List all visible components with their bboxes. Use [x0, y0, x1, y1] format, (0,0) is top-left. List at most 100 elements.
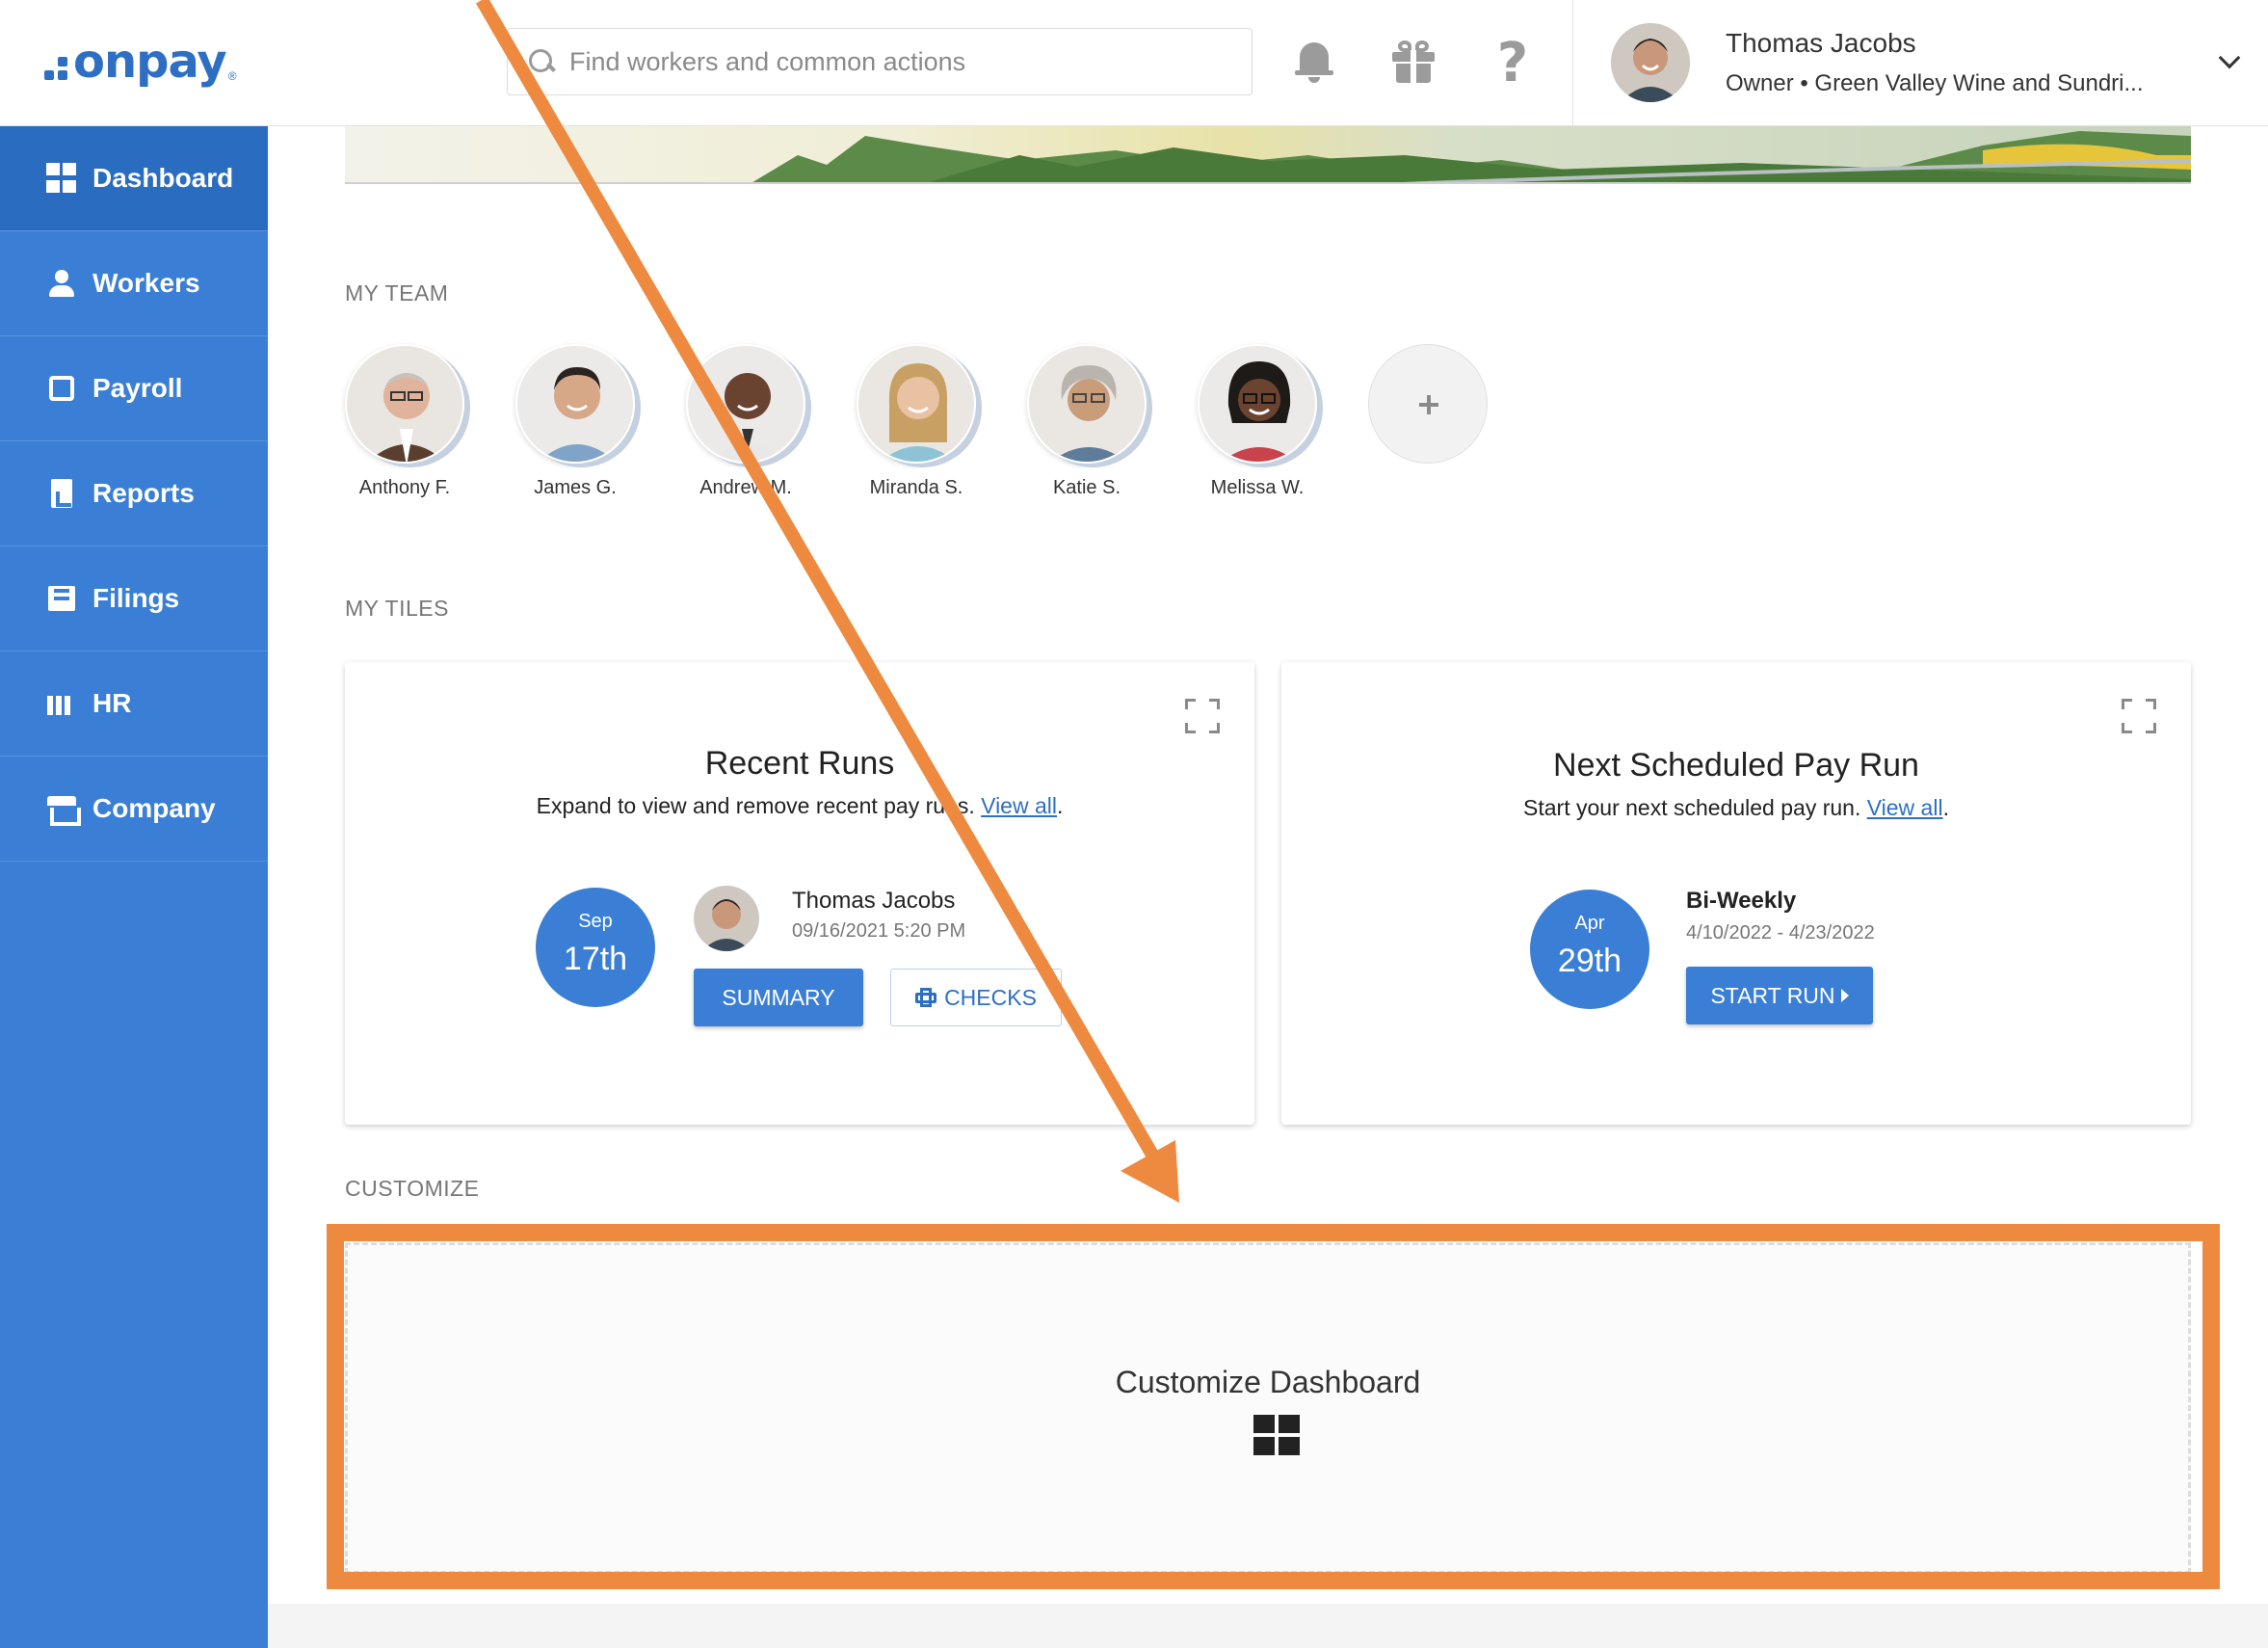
team-member-name: Miranda S.: [869, 477, 963, 498]
sidebar-item-workers[interactable]: Workers: [0, 231, 268, 336]
team-list: Anthony F. James G. Andrew M. Miranda S.…: [345, 344, 1539, 499]
logo-dots: [44, 57, 67, 80]
dashboard-main: MY TEAM Anthony F. James G. Andrew M. Mi…: [268, 126, 2268, 1648]
sidebar-item-dashboard[interactable]: Dashboard: [0, 126, 268, 231]
team-member-name: Melissa W.: [1210, 477, 1305, 498]
search-input[interactable]: [569, 46, 1225, 77]
subtitle-period: .: [1942, 795, 1949, 820]
sidebar-item-hr[interactable]: HR: [0, 651, 268, 757]
sidebar-item-label: Payroll: [92, 373, 183, 403]
top-bar: onpay ® ? Thomas Jacobs Owner • Green Va…: [0, 0, 2268, 126]
avatar: [694, 886, 759, 951]
sidebar-item-filings[interactable]: Filings: [0, 546, 268, 651]
chevron-down-icon[interactable]: [2218, 46, 2241, 69]
tile-subtitle: Expand to view and remove recent pay run…: [345, 793, 1254, 819]
customize-title: Customize Dashboard: [1115, 1365, 1421, 1399]
sidebar-item-label: Filings: [92, 583, 180, 613]
dashboard-grid-icon: [1253, 1415, 1300, 1455]
avatar[interactable]: [1027, 344, 1147, 464]
run-day: 17th: [563, 941, 628, 977]
team-member[interactable]: Andrew M.: [686, 344, 857, 499]
hr-icon: [46, 688, 77, 719]
filings-icon: [46, 583, 77, 614]
checks-button-label: CHECKS: [944, 984, 1037, 1010]
printer-icon: [915, 988, 937, 1007]
pay-period-range: 4/10/2022 - 4/23/2022: [1686, 922, 1875, 944]
start-run-label: START RUN: [1710, 982, 1835, 1008]
workers-icon: [46, 268, 77, 299]
sidebar-item-label: Workers: [92, 268, 200, 298]
user-avatar[interactable]: [1611, 23, 1690, 102]
help-button[interactable]: ?: [1489, 32, 1537, 94]
customize-heading: CUSTOMIZE: [345, 1176, 480, 1201]
tile-subtitle: Start your next scheduled pay run. View …: [1281, 795, 2191, 821]
avatar[interactable]: [857, 344, 976, 464]
expand-icon[interactable]: [2122, 699, 2156, 733]
run-month: Sep: [578, 911, 613, 932]
recent-runs-tile: Recent Runs Expand to view and remove re…: [345, 662, 1254, 1125]
sidebar-item-label: Dashboard: [92, 163, 234, 193]
team-member[interactable]: Katie S.: [1027, 344, 1198, 499]
logo-registered-mark: ®: [227, 69, 237, 83]
my-team-heading: MY TEAM: [345, 280, 449, 306]
sidebar-item-payroll[interactable]: Payroll: [0, 336, 268, 441]
onpay-logo[interactable]: onpay ®: [44, 35, 237, 89]
dashboard-icon: [46, 163, 77, 194]
avatar[interactable]: [686, 344, 805, 464]
user-company[interactable]: Owner • Green Valley Wine and Sundri...: [1726, 70, 2144, 97]
header-divider: [1572, 0, 1573, 126]
pay-frequency: Bi-Weekly: [1686, 888, 1797, 914]
avatar[interactable]: [1198, 344, 1317, 464]
pay-day: 29th: [1557, 943, 1622, 979]
sidebar-item-company[interactable]: Company: [0, 757, 268, 862]
search-bar[interactable]: [507, 28, 1253, 95]
tile-subtitle-text: Start your next scheduled pay run.: [1523, 795, 1861, 820]
company-icon: [46, 793, 81, 826]
expand-icon[interactable]: [1185, 699, 1220, 733]
subtitle-period: .: [1056, 793, 1064, 818]
rewards-button[interactable]: [1389, 39, 1437, 87]
checks-button[interactable]: CHECKS: [890, 969, 1062, 1026]
start-run-button[interactable]: START RUN: [1686, 967, 1873, 1024]
team-member-name: James G.: [534, 477, 617, 498]
payroll-icon: [46, 373, 77, 404]
summary-button[interactable]: SUMMARY: [694, 969, 863, 1026]
notifications-button[interactable]: [1290, 39, 1338, 87]
sidebar-item-reports[interactable]: Reports: [0, 441, 268, 546]
add-team-member[interactable]: [1368, 344, 1539, 499]
team-member-name: Katie S.: [1052, 477, 1121, 498]
team-member[interactable]: Melissa W.: [1198, 344, 1368, 499]
view-all-link[interactable]: View all: [981, 793, 1057, 818]
pay-month: Apr: [1574, 913, 1605, 934]
tile-subtitle-text: Expand to view and remove recent pay run…: [536, 793, 975, 818]
help-icon: ?: [1496, 31, 1529, 94]
logo-text: onpay: [73, 35, 227, 89]
run-timestamp: 09/16/2021 5:20 PM: [792, 920, 966, 942]
view-all-link[interactable]: View all: [1867, 795, 1943, 820]
avatar[interactable]: [515, 344, 635, 464]
next-pay-run-tile: Next Scheduled Pay Run Start your next s…: [1281, 662, 2191, 1125]
landscape-banner: [345, 126, 2191, 184]
reports-icon: [46, 478, 77, 509]
sidebar-item-label: Reports: [92, 478, 195, 508]
tile-title: Next Scheduled Pay Run: [1553, 747, 1919, 784]
plus-icon[interactable]: [1368, 344, 1488, 464]
run-date-badge: Sep 17th: [536, 888, 655, 1007]
avatar[interactable]: [345, 344, 464, 464]
team-member-name: Andrew M.: [699, 477, 792, 498]
team-member-name: Anthony F.: [358, 477, 451, 498]
team-member[interactable]: Anthony F.: [345, 344, 515, 499]
team-member[interactable]: Miranda S.: [857, 344, 1027, 499]
sidebar: Dashboard Workers Payroll Reports Filing…: [0, 126, 268, 1648]
footer-strip: [268, 1604, 2268, 1648]
run-person-name: Thomas Jacobs: [792, 888, 956, 914]
pay-date-badge: Apr 29th: [1530, 890, 1649, 1009]
customize-dashboard-button[interactable]: Customize Dashboard: [345, 1242, 2191, 1574]
play-icon: [1840, 989, 1849, 1002]
sidebar-item-label: HR: [92, 688, 132, 718]
user-name[interactable]: Thomas Jacobs: [1726, 28, 1916, 59]
team-member[interactable]: James G.: [515, 344, 686, 499]
sidebar-item-label: Company: [92, 793, 216, 823]
search-icon: [527, 47, 556, 76]
tile-title: Recent Runs: [704, 745, 895, 782]
